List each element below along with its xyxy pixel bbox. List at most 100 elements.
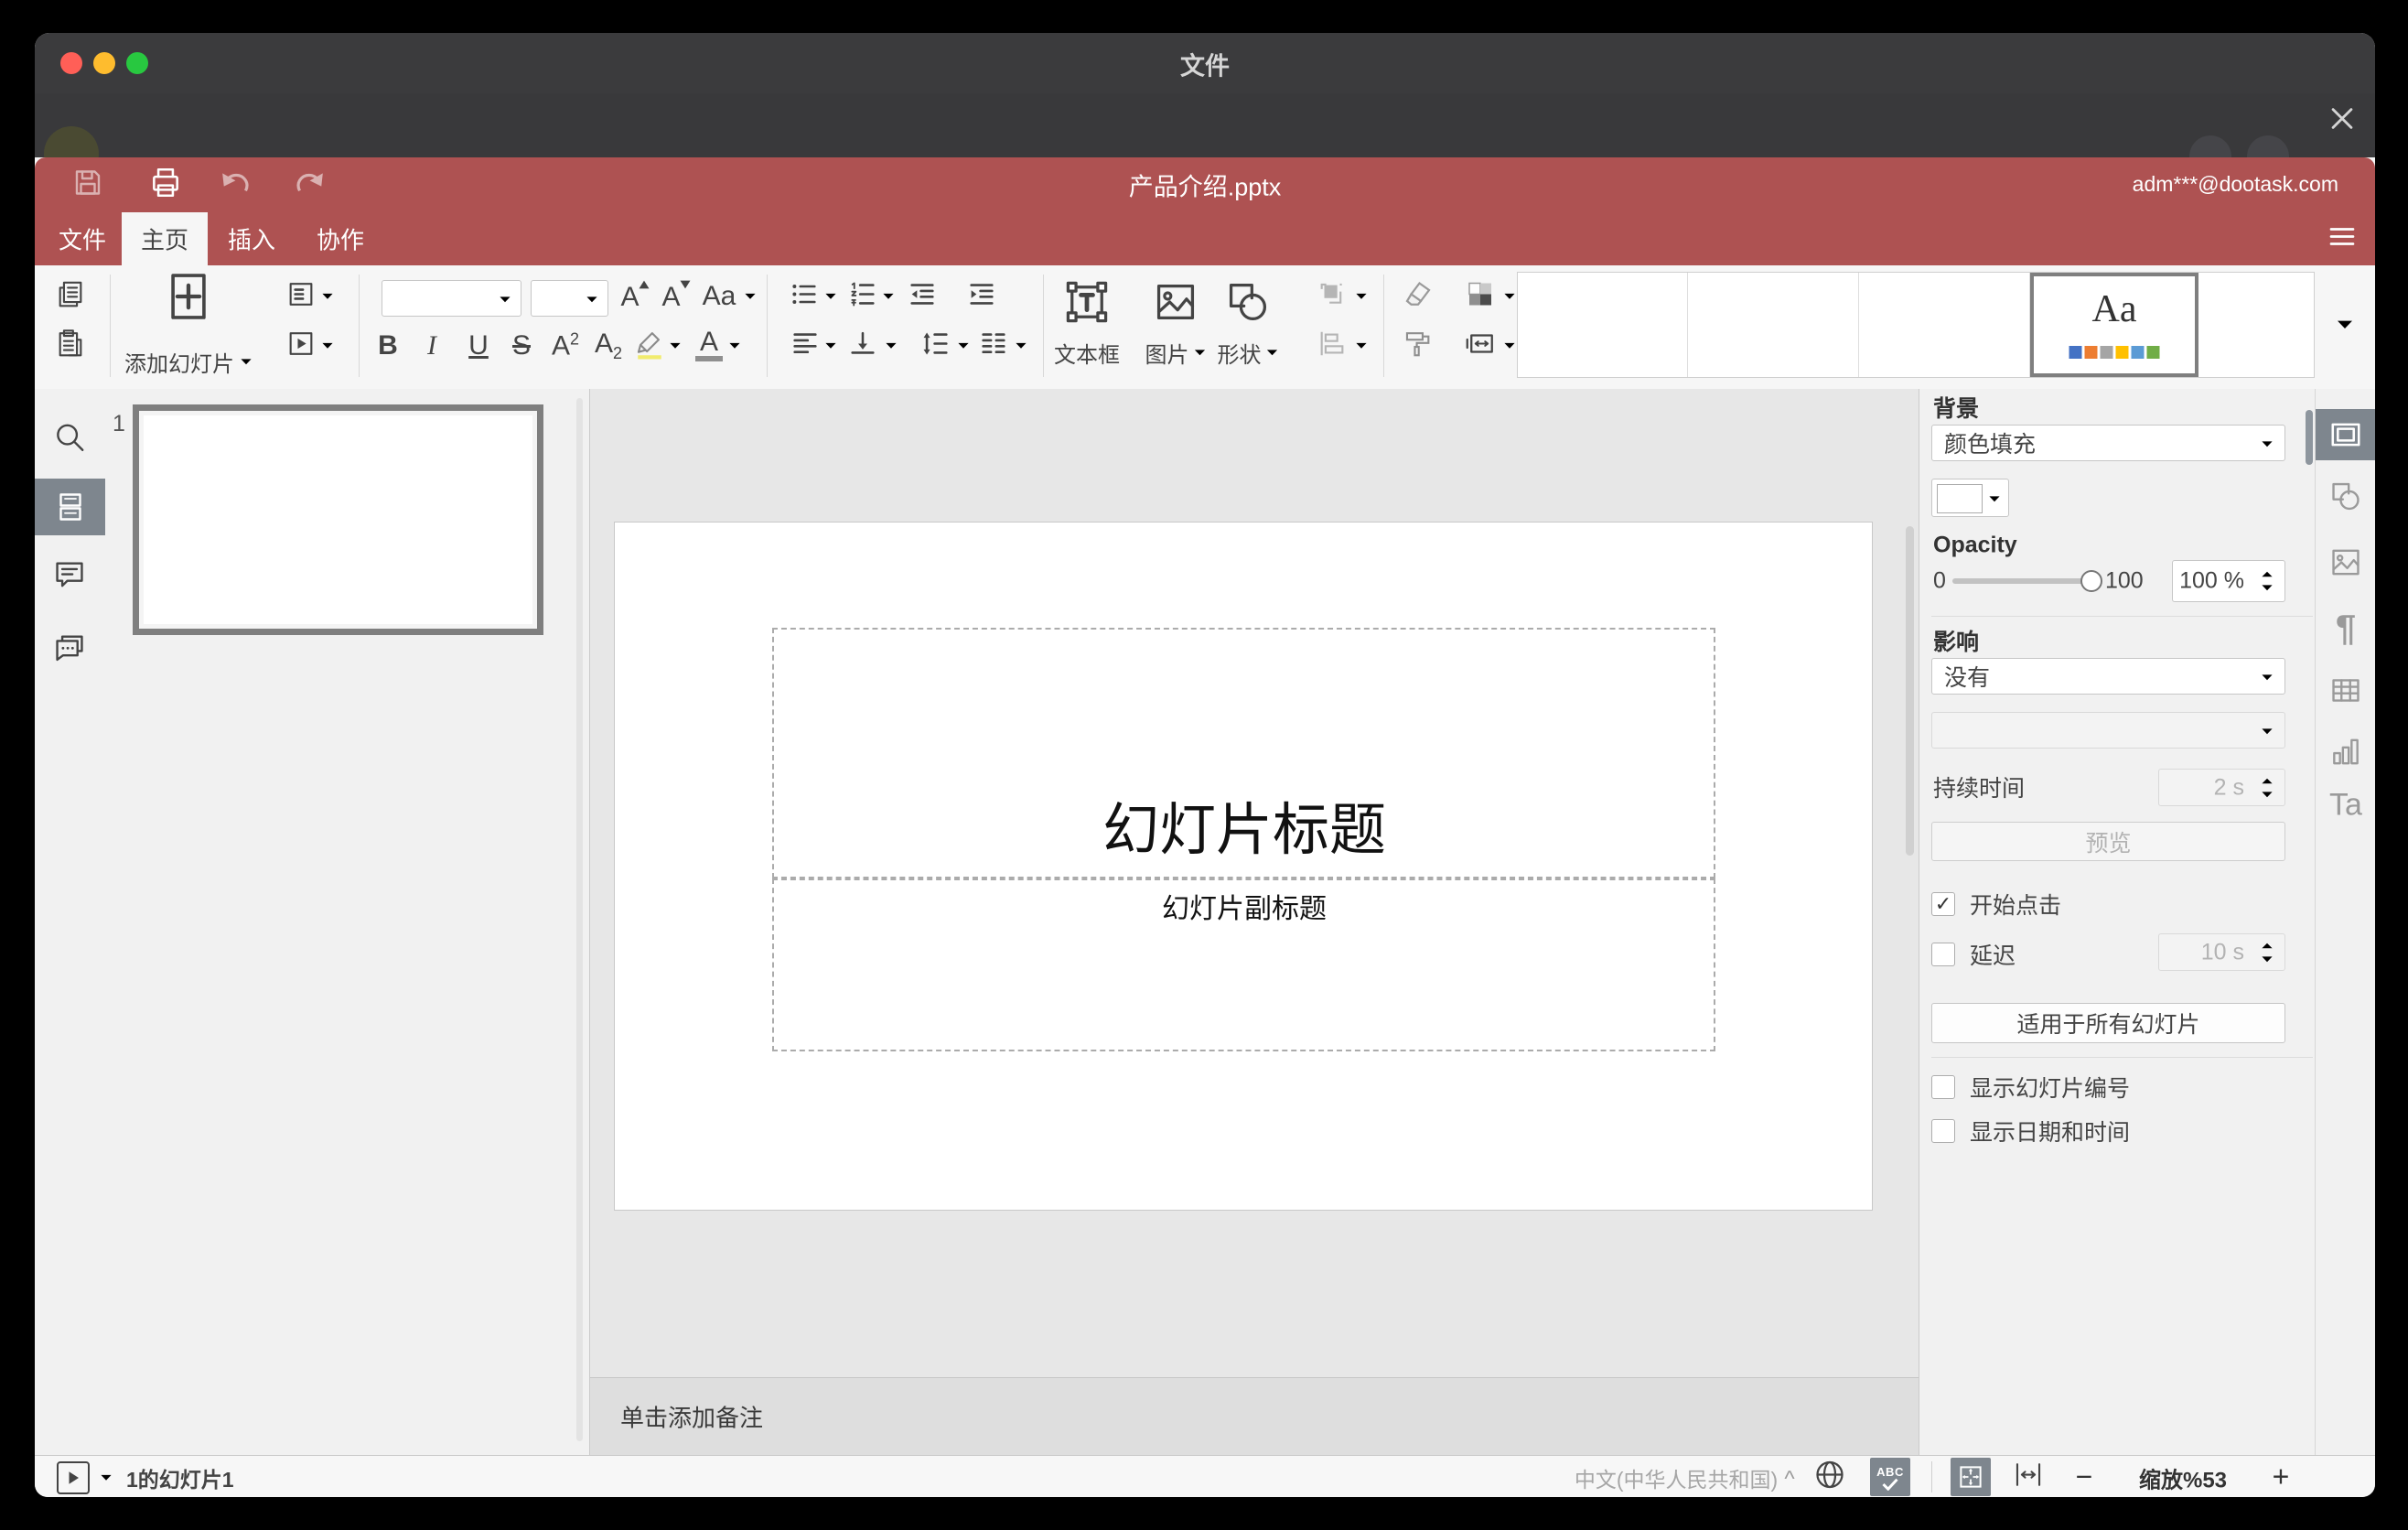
- fit-slide-toggle-active[interactable]: [1951, 1458, 1991, 1496]
- print-button[interactable]: [148, 166, 183, 205]
- show-date-time-checkbox[interactable]: [1931, 1119, 1955, 1143]
- paste-button[interactable]: [55, 329, 86, 364]
- show-slide-number-checkbox[interactable]: [1931, 1075, 1955, 1099]
- decrease-indent-button[interactable]: [907, 279, 938, 315]
- align-objects-button[interactable]: [1317, 329, 1348, 364]
- theme-option[interactable]: [1688, 273, 1859, 377]
- vertical-align-button[interactable]: [847, 329, 878, 364]
- font-name-select[interactable]: [382, 280, 521, 317]
- redo-button[interactable]: [291, 167, 326, 206]
- font-color-chevron[interactable]: [728, 342, 741, 350]
- subscript-button[interactable]: A2: [595, 329, 622, 363]
- slides-panel-tab-active[interactable]: [35, 479, 105, 535]
- numbered-list-button[interactable]: [847, 279, 878, 315]
- hamburger-menu-icon[interactable]: [2327, 222, 2357, 256]
- notes-area[interactable]: 单击添加备注: [590, 1377, 1919, 1455]
- save-button[interactable]: [71, 167, 104, 204]
- increase-indent-button[interactable]: [966, 279, 997, 315]
- search-icon[interactable]: [52, 420, 87, 459]
- slide-canvas[interactable]: 幻灯片标题 幻灯片副标题: [614, 522, 1873, 1211]
- strikethrough-button[interactable]: S: [512, 330, 531, 361]
- copy-style-button[interactable]: [1403, 329, 1434, 364]
- slide-settings-tab-active[interactable]: [2316, 409, 2375, 460]
- slideshow-mode-chevron[interactable]: [100, 1474, 113, 1482]
- slide-layout-chevron[interactable]: [321, 293, 334, 301]
- preview-button-disabled[interactable]: 预览: [1931, 822, 2285, 861]
- canvas-scrollbar[interactable]: [1906, 526, 1914, 856]
- arrange-button[interactable]: [1317, 279, 1348, 315]
- chart-settings-tab[interactable]: [2328, 735, 2363, 774]
- background-fill-select[interactable]: 颜色填充: [1931, 425, 2285, 461]
- close-document-button[interactable]: [2327, 103, 2358, 139]
- tab-home[interactable]: 主页: [122, 212, 208, 265]
- theme-option-selected[interactable]: Aa: [2030, 273, 2198, 377]
- theme-colors-button[interactable]: [1464, 278, 1497, 316]
- delay-checkbox[interactable]: [1931, 943, 1955, 966]
- start-slideshow-status-button[interactable]: [57, 1461, 90, 1494]
- document-language-icon[interactable]: [1813, 1459, 1846, 1496]
- paragraph-settings-tab[interactable]: ¶: [2336, 609, 2356, 650]
- horizontal-align-button[interactable]: [790, 329, 821, 364]
- theme-option[interactable]: [2198, 273, 2312, 377]
- start-on-click-checkbox[interactable]: ✓: [1931, 892, 1955, 916]
- opacity-slider-thumb[interactable]: [2080, 570, 2102, 592]
- thumbnails-scrollbar[interactable]: [576, 398, 583, 1441]
- clear-style-button[interactable]: [1402, 278, 1435, 316]
- numbered-list-chevron[interactable]: [882, 293, 895, 301]
- zoom-out-button[interactable]: −: [2076, 1460, 2093, 1494]
- tab-file[interactable]: 文件: [53, 222, 112, 256]
- columns-button[interactable]: [978, 329, 1009, 364]
- chat-icon[interactable]: [52, 630, 87, 670]
- opacity-spinner[interactable]: 100 %: [2172, 560, 2285, 602]
- table-settings-tab[interactable]: [2328, 673, 2363, 713]
- tab-collaboration[interactable]: 协作: [311, 222, 370, 256]
- italic-button[interactable]: I: [427, 330, 436, 361]
- undo-button[interactable]: [220, 167, 254, 206]
- bold-button[interactable]: B: [378, 330, 398, 361]
- decrease-font-button[interactable]: A: [661, 280, 691, 313]
- add-slide-button[interactable]: 添加幻灯片: [124, 271, 243, 381]
- line-spacing-chevron[interactable]: [957, 342, 970, 350]
- delay-spinner-disabled[interactable]: 10 s: [2158, 933, 2285, 971]
- columns-chevron[interactable]: [1015, 342, 1027, 350]
- opacity-slider-track[interactable]: [1952, 578, 2090, 584]
- shape-settings-tab[interactable]: [2328, 479, 2363, 519]
- change-case-chevron[interactable]: [744, 293, 757, 301]
- macos-zoom-button[interactable]: [126, 52, 148, 74]
- theme-colors-chevron[interactable]: [1503, 293, 1516, 301]
- macos-minimize-button[interactable]: [93, 52, 115, 74]
- spellcheck-toggle-active[interactable]: ABC: [1870, 1458, 1910, 1496]
- slide-thumbnail-selected[interactable]: [133, 404, 543, 635]
- insert-shape-button[interactable]: 形状: [1209, 271, 1286, 381]
- apply-to-all-slides-button[interactable]: 适用于所有幻灯片: [1931, 1003, 2285, 1043]
- underline-button[interactable]: U: [468, 330, 489, 361]
- theme-option[interactable]: [1859, 273, 2030, 377]
- tab-insert[interactable]: 插入: [222, 222, 281, 256]
- theme-option[interactable]: [1518, 273, 1688, 377]
- zoom-in-button[interactable]: +: [2273, 1460, 2290, 1494]
- bullet-list-chevron[interactable]: [824, 293, 837, 301]
- slide-layout-button[interactable]: [285, 279, 317, 315]
- arrange-chevron[interactable]: [1355, 293, 1368, 301]
- copy-button[interactable]: [55, 279, 86, 315]
- effect-type-select-disabled[interactable]: [1931, 712, 2285, 749]
- highlight-chevron[interactable]: [669, 342, 682, 350]
- background-color-swatch[interactable]: [1931, 479, 2009, 517]
- highlight-color-button[interactable]: [634, 329, 665, 364]
- vertical-align-chevron[interactable]: [885, 342, 898, 350]
- change-case-button[interactable]: Aa: [703, 281, 736, 312]
- insert-image-button[interactable]: 图片: [1137, 271, 1214, 381]
- align-objects-chevron[interactable]: [1355, 342, 1368, 350]
- slideshow-chevron[interactable]: [321, 342, 334, 350]
- theme-gallery-expand-chevron[interactable]: [2336, 319, 2354, 331]
- textbox-button[interactable]: 文本框: [1048, 271, 1125, 381]
- slide-size-chevron[interactable]: [1503, 342, 1516, 350]
- font-color-button[interactable]: A: [695, 329, 723, 361]
- macos-close-button[interactable]: [60, 52, 82, 74]
- horizontal-align-chevron[interactable]: [824, 342, 837, 350]
- subtitle-placeholder[interactable]: 幻灯片副标题: [772, 878, 1715, 1051]
- increase-font-button[interactable]: A: [620, 280, 650, 313]
- start-slideshow-button[interactable]: [285, 329, 317, 364]
- line-spacing-button[interactable]: [920, 329, 951, 364]
- superscript-button[interactable]: A2: [552, 330, 579, 362]
